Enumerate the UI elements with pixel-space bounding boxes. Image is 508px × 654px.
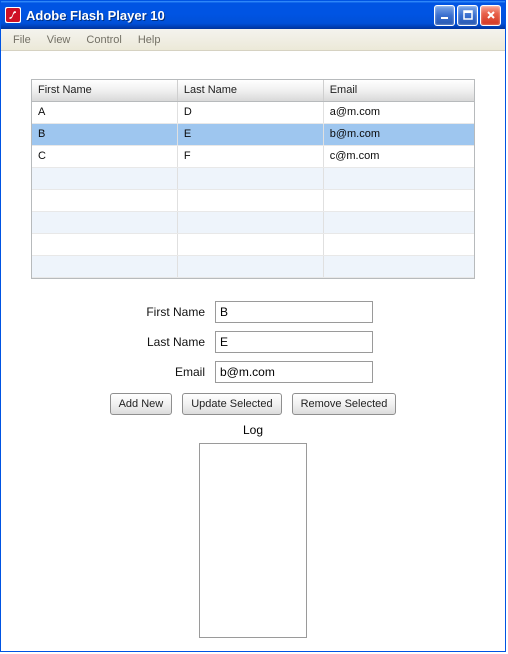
form-area: First Name Last Name Email [31,301,475,383]
window-title: Adobe Flash Player 10 [26,8,434,23]
data-grid-header: First Name Last Name Email [32,80,474,102]
menubar: File View Control Help [1,29,505,51]
cell-last-name: F [178,146,324,167]
cell-email [324,234,474,255]
table-row[interactable]: CFc@m.com [32,146,474,168]
table-row[interactable] [32,168,474,190]
cell-last-name [178,168,324,189]
minimize-button[interactable] [434,5,455,26]
cell-email [324,168,474,189]
remove-selected-button[interactable]: Remove Selected [292,393,397,415]
cell-email [324,212,474,233]
form-row-first-name: First Name [133,301,373,323]
update-selected-button[interactable]: Update Selected [182,393,281,415]
form-row-email: Email [133,361,373,383]
column-header-email[interactable]: Email [324,80,474,101]
cell-email [324,190,474,211]
menu-view[interactable]: View [39,32,79,48]
window-controls [434,5,501,26]
button-row: Add New Update Selected Remove Selected [31,393,475,415]
cell-email: c@m.com [324,146,474,167]
email-input[interactable] [215,361,373,383]
cell-first-name [32,190,178,211]
cell-email [324,256,474,277]
cell-last-name: D [178,102,324,123]
column-header-last-name[interactable]: Last Name [178,80,324,101]
table-row[interactable] [32,190,474,212]
cell-last-name [178,234,324,255]
table-row[interactable]: BEb@m.com [32,124,474,146]
form-row-last-name: Last Name [133,331,373,353]
cell-last-name [178,212,324,233]
table-row[interactable] [32,256,474,278]
cell-first-name [32,234,178,255]
close-button[interactable] [480,5,501,26]
cell-first-name: C [32,146,178,167]
cell-email: b@m.com [324,124,474,145]
data-grid[interactable]: First Name Last Name Email ADa@m.comBEb@… [31,79,475,279]
add-new-button[interactable]: Add New [110,393,173,415]
data-grid-body: ADa@m.comBEb@m.comCFc@m.com [32,102,474,278]
first-name-input[interactable] [215,301,373,323]
content-area: First Name Last Name Email ADa@m.comBEb@… [1,51,505,648]
cell-last-name [178,256,324,277]
app-window: Adobe Flash Player 10 File View Control … [0,0,506,652]
label-email: Email [133,365,205,379]
cell-last-name: E [178,124,324,145]
cell-first-name [32,256,178,277]
column-header-first-name[interactable]: First Name [32,80,178,101]
table-row[interactable] [32,212,474,234]
log-label: Log [31,423,475,437]
menu-help[interactable]: Help [130,32,169,48]
label-first-name: First Name [133,305,205,319]
cell-first-name [32,212,178,233]
table-row[interactable] [32,234,474,256]
label-last-name: Last Name [133,335,205,349]
table-row[interactable]: ADa@m.com [32,102,474,124]
titlebar[interactable]: Adobe Flash Player 10 [1,1,505,29]
cell-last-name [178,190,324,211]
cell-first-name: A [32,102,178,123]
flash-player-icon [5,7,21,23]
last-name-input[interactable] [215,331,373,353]
cell-first-name: B [32,124,178,145]
menu-file[interactable]: File [5,32,39,48]
cell-email: a@m.com [324,102,474,123]
log-box[interactable] [199,443,307,638]
maximize-button[interactable] [457,5,478,26]
cell-first-name [32,168,178,189]
menu-control[interactable]: Control [78,32,129,48]
